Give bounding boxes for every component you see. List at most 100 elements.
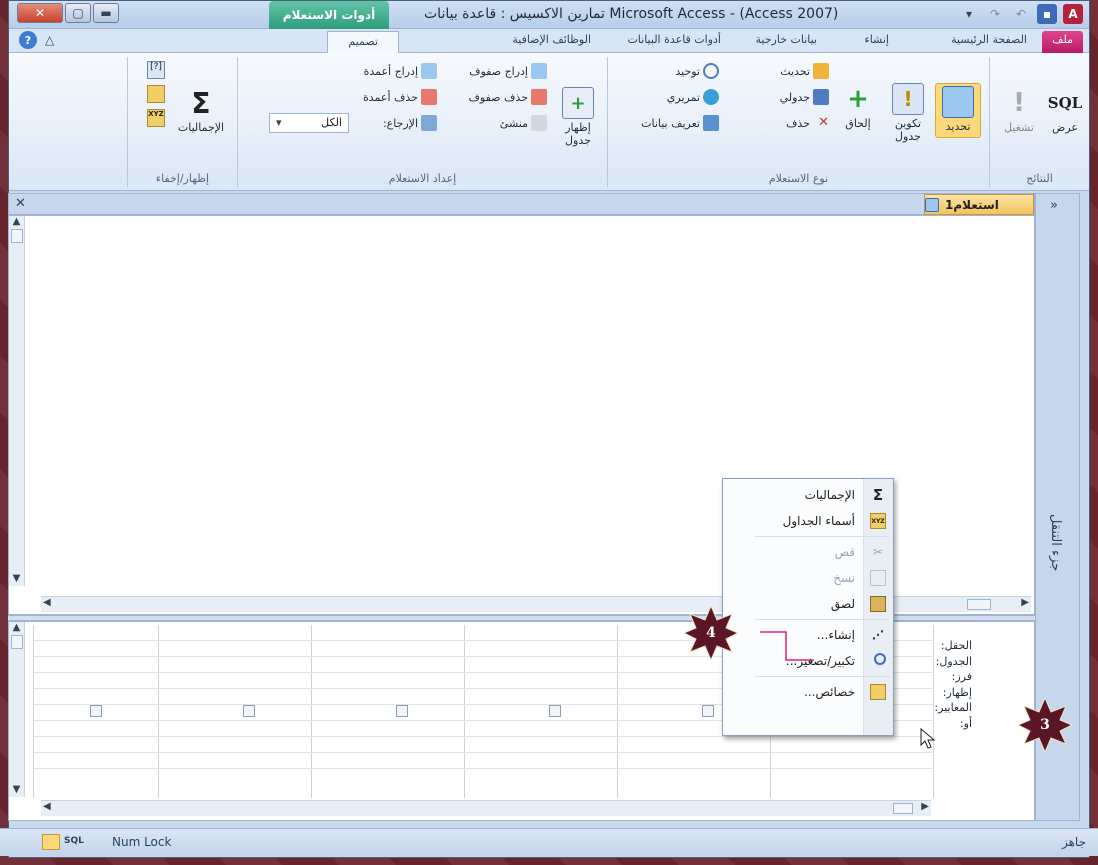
menu-item-paste[interactable]: لصق — [723, 591, 893, 617]
show-checkbox[interactable] — [549, 705, 561, 717]
row-label-or: أو: — [959, 716, 972, 730]
grid-vertical-scrollbar[interactable]: ▲ ▼ — [9, 622, 25, 797]
maximize-window-button[interactable]: ▢ — [65, 3, 91, 23]
menu-item-copy[interactable]: نسخ — [723, 565, 893, 591]
insert-columns-icon — [421, 63, 437, 79]
grid-row — [34, 752, 934, 753]
show-checkbox[interactable] — [243, 705, 255, 717]
delete-rows-icon — [531, 89, 547, 105]
delete-columns-button[interactable]: حذف أعمدة — [363, 89, 437, 105]
insert-columns-button[interactable]: إدراج أعمدة — [364, 63, 437, 79]
grid-scroll-left-icon[interactable]: ◀ — [43, 801, 51, 812]
builder-button[interactable]: منشئ — [500, 115, 547, 131]
run-button[interactable]: ! تشغيل — [999, 87, 1039, 134]
paste-icon — [870, 596, 886, 612]
grid-hscroll-thumb[interactable] — [893, 803, 913, 814]
totals-button[interactable]: Σ الإجماليات — [171, 87, 231, 135]
grid-scroll-up-icon[interactable]: ▲ — [9, 622, 24, 633]
return-dropdown[interactable]: الكل ▾ — [269, 113, 349, 133]
tab-external-data[interactable]: بيانات خارجية — [756, 33, 817, 53]
show-table-button[interactable]: + إظهار جدول — [555, 87, 601, 147]
union-button[interactable]: توحيد — [675, 63, 719, 79]
select-query-button[interactable]: تحديد — [935, 83, 981, 138]
row-label-sort: فرز: — [951, 670, 972, 683]
upper-vertical-scrollbar[interactable]: ▲ ▼ — [9, 216, 25, 586]
show-checkbox[interactable] — [702, 705, 714, 717]
menu-separator — [755, 536, 889, 537]
delete-query-button[interactable]: ✕ حذف — [786, 115, 829, 131]
tab-file[interactable]: ملف — [1042, 31, 1083, 53]
append-button[interactable]: + إلحاق — [835, 83, 881, 130]
redo-icon[interactable]: ↷ — [985, 4, 1005, 24]
close-window-button[interactable]: ✕ — [17, 3, 63, 23]
tab-home[interactable]: الصفحة الرئيسية — [951, 33, 1027, 53]
tab-database-tools[interactable]: أدوات قاعدة البيانات — [627, 33, 721, 53]
table-names-icon[interactable]: XYZ — [147, 109, 165, 127]
scroll-up-arrow-icon[interactable]: ▲ — [9, 216, 24, 227]
copy-icon — [870, 570, 886, 586]
customize-qat-icon[interactable]: ▾ — [959, 4, 979, 24]
grid-horizontal-scrollbar[interactable]: ◀ ▶ — [41, 800, 931, 816]
document-tab-query1[interactable]: استعلام1 — [924, 194, 1034, 215]
view-button[interactable]: SQL عرض — [1045, 87, 1085, 134]
tab-design[interactable]: تصميم — [327, 31, 399, 54]
menu-item-properties[interactable]: خصائص... — [723, 679, 893, 705]
run-exclamation-icon: ! — [1013, 88, 1025, 118]
menu-separator — [755, 676, 889, 677]
expand-nav-icon[interactable]: » — [1050, 198, 1058, 213]
show-checkbox[interactable] — [396, 705, 408, 717]
delete-columns-icon — [421, 89, 437, 105]
grid-scroll-thumb[interactable] — [10, 635, 23, 649]
scroll-left-arrow-icon[interactable]: ◀ — [43, 597, 51, 608]
grid-column[interactable] — [465, 625, 618, 798]
menu-item-cut[interactable]: قص ✂ — [723, 539, 893, 565]
parameters-icon[interactable]: [?] — [147, 61, 165, 79]
grid-column[interactable] — [312, 625, 465, 798]
ready-status: جاهز — [1061, 835, 1086, 849]
mouse-cursor-icon — [920, 728, 936, 749]
menu-item-totals[interactable]: الإجماليات Σ — [723, 482, 893, 508]
crosstab-button[interactable]: جدولي — [780, 89, 829, 105]
scroll-right-arrow-icon[interactable]: ▶ — [1021, 597, 1029, 608]
step-3-badge: 3 — [1018, 698, 1072, 752]
dropdown-arrow-icon: ▾ — [276, 116, 282, 129]
close-document-icon[interactable]: ✕ — [15, 196, 26, 211]
minimize-ribbon-icon[interactable]: △ — [45, 33, 54, 47]
scroll-down-arrow-icon[interactable]: ▼ — [9, 573, 24, 584]
save-icon[interactable]: ▪ — [1037, 4, 1057, 24]
sql-view-icon: SQL — [1047, 94, 1083, 112]
quick-access-toolbar: ▾ ↷ ↶ ▪ A — [959, 4, 1083, 24]
hscroll-thumb[interactable] — [967, 599, 991, 610]
return-label: الإرجاع: — [383, 115, 437, 131]
row-label-show: إظهار: — [942, 685, 972, 699]
group-label-query-type: نوع الاستعلام — [768, 172, 829, 185]
data-definition-button[interactable]: تعريف بيانات — [641, 115, 719, 131]
update-button[interactable]: تحديث — [780, 63, 829, 79]
grid-column[interactable] — [159, 625, 312, 798]
tab-add-ins[interactable]: الوظائف الإضافية — [512, 33, 591, 53]
tab-create[interactable]: إنشاء — [865, 33, 889, 53]
delete-x-icon: ✕ — [818, 115, 829, 130]
nav-pane-label: جزء التنقل — [1048, 514, 1063, 572]
property-sheet-icon[interactable] — [147, 85, 165, 103]
undo-icon[interactable]: ↶ — [1011, 4, 1031, 24]
select-query-icon — [942, 86, 974, 118]
globe-icon — [703, 89, 719, 105]
sql-view-button[interactable]: SQL — [64, 836, 84, 846]
menu-item-table-names[interactable]: أسماء الجداول XYZ — [723, 508, 893, 534]
help-icon[interactable]: ? — [19, 31, 37, 49]
scroll-thumb[interactable] — [10, 229, 23, 243]
design-view-icon[interactable] — [42, 834, 60, 850]
minimize-window-button[interactable]: ▬ — [93, 3, 119, 23]
make-table-icon: ! — [892, 83, 924, 115]
make-table-button[interactable]: ! تكوين جدول — [885, 83, 931, 143]
grid-scroll-down-icon[interactable]: ▼ — [9, 784, 24, 795]
data-definition-icon — [703, 115, 719, 131]
grid-row — [34, 768, 934, 769]
show-checkbox[interactable] — [90, 705, 102, 717]
table-names-icon: XYZ — [870, 513, 886, 529]
insert-rows-button[interactable]: إدراج صفوف — [469, 63, 547, 79]
pass-through-button[interactable]: تمريري — [667, 89, 719, 105]
delete-rows-button[interactable]: حذف صفوف — [469, 89, 547, 105]
grid-scroll-right-icon[interactable]: ▶ — [921, 801, 929, 812]
